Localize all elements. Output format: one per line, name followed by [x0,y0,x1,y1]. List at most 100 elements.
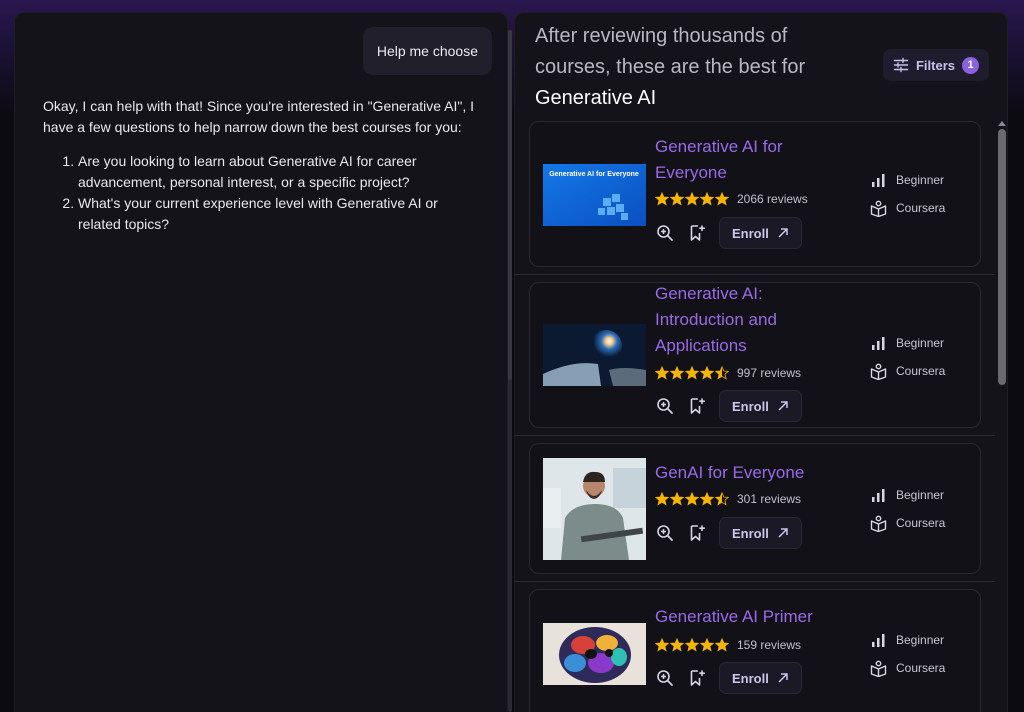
star-icon [715,638,729,652]
bookmark-add-icon [690,670,705,686]
enroll-button[interactable]: Enroll [719,390,802,422]
star-icon [685,492,699,506]
filters-label: Filters [915,57,955,73]
divider [515,274,995,275]
star-icon [670,638,684,652]
course-title[interactable]: GenAI for Everyone [655,460,855,486]
external-arrow-icon [778,528,788,538]
enroll-button[interactable]: Enroll [719,517,802,549]
assistant-question: Are you looking to learn about Generativ… [78,151,483,193]
course-thumbnail[interactable] [543,458,646,560]
assistant-intro-text: Okay, I can help with that! Since you're… [43,98,475,135]
course-provider: Coursera [896,661,946,675]
course-meta: Beginner Coursera [870,485,945,541]
assistant-question-list: Are you looking to learn about Generativ… [43,151,483,235]
bookmark-button[interactable] [687,396,707,416]
provider-row: Coursera [870,658,945,678]
course-level: Beginner [896,488,945,502]
bookmark-button[interactable] [687,668,707,688]
assistant-question: What's your current experience level wit… [78,193,483,235]
bookmark-button[interactable] [687,523,707,543]
external-arrow-icon [778,673,788,683]
enroll-button[interactable]: Enroll [719,217,802,249]
course-meta: Beginner Coursera [870,630,945,686]
course-level: Beginner [896,336,945,350]
star-icon [715,366,729,380]
external-arrow-icon [778,228,788,238]
course-meta: Beginner Coursera [870,170,945,226]
course-level: Beginner [896,173,945,187]
preview-button[interactable] [655,396,675,416]
bookmark-button[interactable] [687,223,707,243]
signal-bars-icon [872,488,885,502]
preview-button[interactable] [655,523,675,543]
external-arrow-icon [778,401,788,411]
course-title[interactable]: Generative AI Primer [655,604,855,630]
chat-scrollbar[interactable] [508,30,512,712]
open-book-icon [870,660,887,677]
course-actions: Enroll [655,662,802,694]
course-title[interactable]: Generative AI for Everyone [655,134,815,186]
level-row: Beginner [870,485,945,505]
zoom-in-icon [657,225,673,241]
course-rating: 2066 reviews [655,192,808,206]
provider-row: Coursera [870,198,945,218]
course-title[interactable]: Generative AI: Introduction and Applicat… [655,281,815,359]
enroll-label: Enroll [732,225,769,241]
star-icon [685,192,699,206]
star-icon [655,492,669,506]
zoom-in-icon [657,670,673,686]
preview-button[interactable] [655,223,675,243]
star-icon [655,366,669,380]
filters-count-badge: 1 [962,56,979,74]
course-card[interactable]: GenAI for Everyone 301 reviews Enroll Be… [529,443,981,574]
preview-button[interactable] [655,668,675,688]
star-icon [685,366,699,380]
star-icon [670,192,684,206]
star-icon [655,192,669,206]
review-count: 301 reviews [737,492,802,506]
filters-button[interactable]: Filters 1 [883,49,989,81]
course-card[interactable]: Generative AI Primer 159 reviews Enroll … [529,589,981,712]
results-heading: After reviewing thousands of courses, th… [535,21,835,114]
open-book-icon [870,515,887,532]
zoom-in-icon [657,525,673,541]
course-provider: Coursera [896,516,946,530]
scroll-up-arrow-icon[interactable] [998,121,1006,126]
course-actions: Enroll [655,390,802,422]
user-message-text: Help me choose [376,43,478,59]
thumbnail-caption: Generative AI for Everyone [549,171,639,178]
enroll-button[interactable]: Enroll [719,662,802,694]
level-row: Beginner [870,630,945,650]
course-thumbnail-image: Generative AI for Everyone [543,164,646,226]
star-rating [655,492,729,506]
bookmark-add-icon [690,525,705,541]
chat-scrollbar-thumb[interactable] [508,30,512,380]
enroll-label: Enroll [732,525,769,541]
course-card[interactable]: Generative AI for Everyone Generative AI… [529,121,981,267]
open-book-icon [870,363,887,380]
review-count: 159 reviews [737,638,802,652]
open-book-icon [870,200,887,217]
bookmark-add-icon [690,398,705,414]
star-rating [655,638,729,652]
course-thumbnail[interactable]: Generative AI for Everyone [543,164,646,226]
course-thumbnail-image [543,324,646,386]
course-thumbnail[interactable] [543,324,646,386]
course-rating: 301 reviews [655,492,801,506]
signal-bars-icon [872,173,885,187]
chat-panel: Help me choose Okay, I can help with tha… [14,12,508,712]
review-count: 997 reviews [737,366,802,380]
zoom-in-icon [657,398,673,414]
provider-row: Coursera [870,513,945,533]
course-thumbnail[interactable] [543,623,646,685]
user-message-bubble: Help me choose [362,27,492,75]
results-heading-prefix: After reviewing thousands of courses, th… [535,25,806,78]
star-icon [700,366,714,380]
star-icon [700,192,714,206]
results-scrollbar[interactable] [995,119,1007,712]
star-rating [655,192,729,206]
signal-bars-icon [872,336,885,350]
course-card[interactable]: Generative AI: Introduction and Applicat… [529,282,981,428]
results-scrollbar-thumb[interactable] [998,129,1006,385]
